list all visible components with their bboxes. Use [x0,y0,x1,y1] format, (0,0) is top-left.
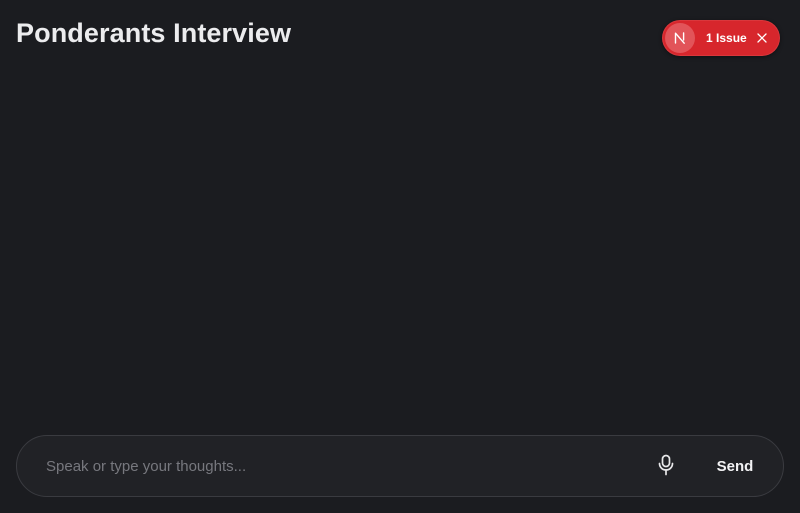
send-button[interactable]: Send [707,451,763,481]
message-composer: Send [16,435,784,497]
app-root: Ponderants Interview 1 Issue Send [0,0,800,513]
microphone-icon [656,454,676,479]
message-input[interactable] [46,451,636,481]
issue-badge[interactable]: 1 Issue [662,20,780,56]
page-title: Ponderants Interview [16,18,292,48]
nextjs-logo-icon[interactable] [665,23,695,53]
close-icon[interactable] [756,32,768,44]
microphone-button[interactable] [653,453,679,479]
issue-count-label[interactable]: 1 Issue [706,31,747,45]
